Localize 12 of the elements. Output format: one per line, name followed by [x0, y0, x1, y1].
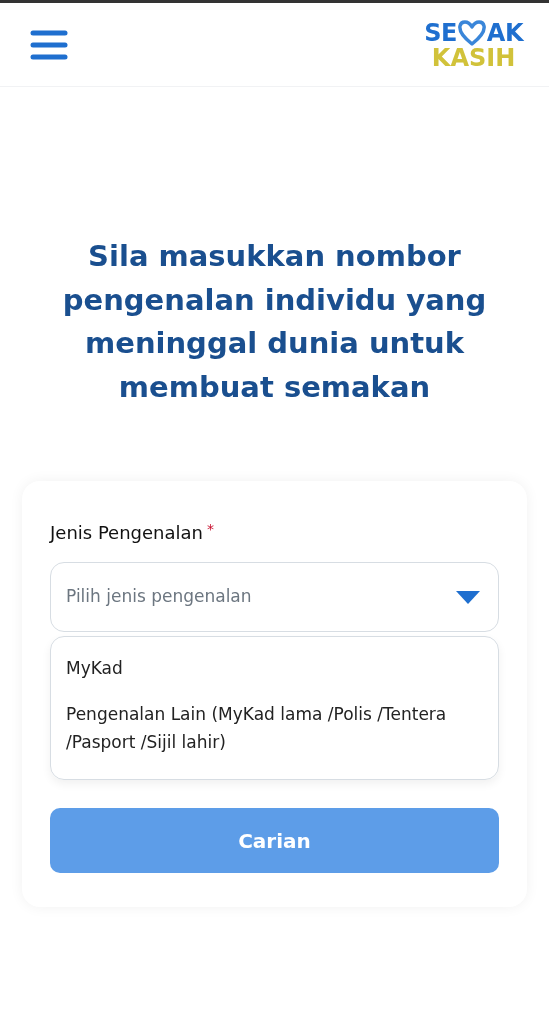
caret-icon [456, 590, 480, 604]
dropdown-option[interactable]: MyKad [51, 645, 498, 692]
menu-button[interactable] [30, 28, 68, 61]
required-mark: * [206, 520, 214, 539]
field-label: Jenis Pengenalan [50, 521, 203, 545]
logo-text: SE [424, 20, 457, 45]
dropdown-option[interactable]: Pengenalan Lain (MyKad lama /Polis /Tentera /Pasport /Sijil lahir) [51, 691, 498, 766]
logo-text: KASIH [430, 45, 517, 70]
logo-text: AK [486, 20, 523, 45]
page-title: Sila masukkan nombor pengenalan individu yang meninggal dunia untuk membuat semakan [61, 238, 488, 406]
heart-icon [456, 19, 487, 46]
select-field[interactable]: Pilih jenis pengenalan [50, 562, 499, 632]
